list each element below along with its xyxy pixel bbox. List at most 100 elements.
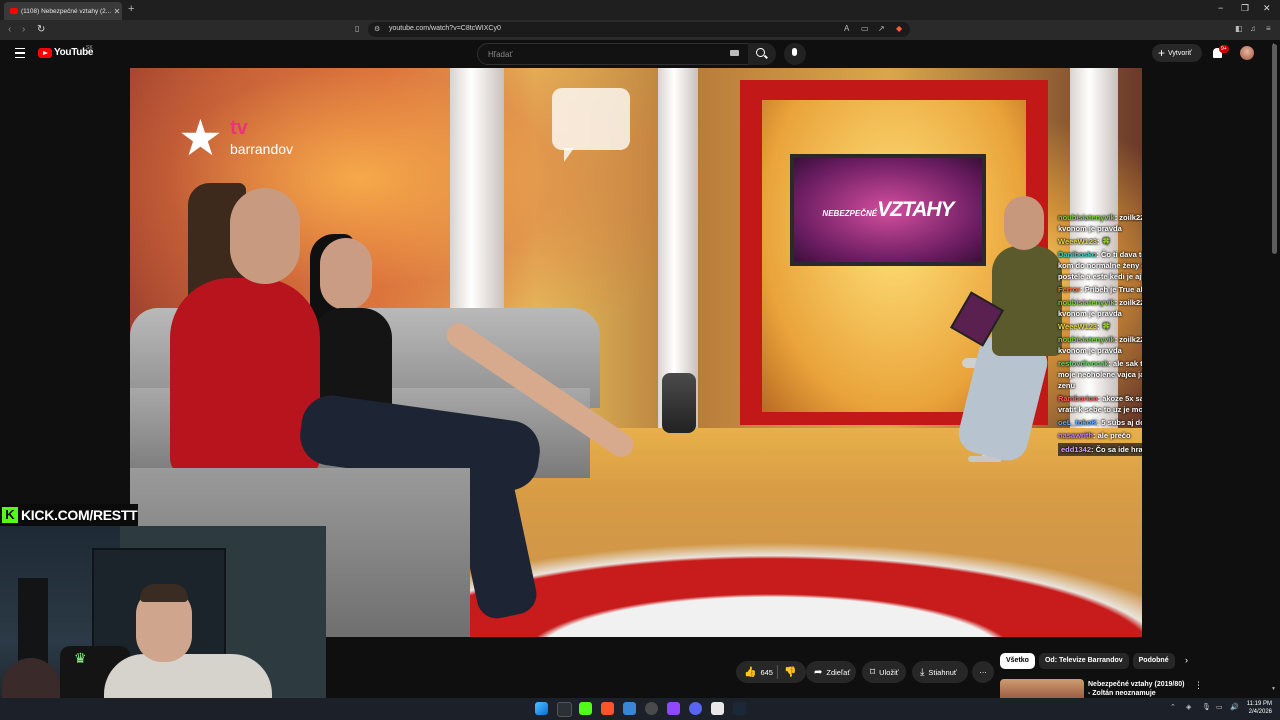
download-label: Stiahnuť	[928, 667, 957, 677]
tray-volume-icon[interactable]: 🔊	[1230, 703, 1239, 711]
chat-message: edd1342: Čo sa ide hrať @RESTT	[1058, 443, 1142, 456]
media-icon[interactable]: ♫	[1250, 24, 1256, 33]
chat-username: oeL_tokoK	[1058, 418, 1097, 427]
page-scrollbar[interactable]	[1272, 44, 1277, 254]
download-icon: ⤓	[920, 666, 925, 678]
chat-text: 🍀	[1101, 237, 1111, 246]
like-count[interactable]: 645	[760, 668, 773, 677]
chat-text: 🍀	[1101, 322, 1111, 331]
like-dislike-group: 👍 645 👎	[736, 661, 806, 683]
keyboard-icon[interactable]	[730, 50, 739, 56]
chevron-right-icon[interactable]: ›	[1185, 655, 1188, 665]
more-actions-button[interactable]: ⋯	[972, 661, 994, 683]
browser-tab-youtube[interactable]: (1108) Nebezpečné vztahy (2... ✕	[4, 2, 122, 20]
chat-text: Príbeh je True ale ľudi Fake	[1084, 285, 1142, 294]
kick-banner: K KICK.COM/RESTT	[0, 504, 138, 526]
create-button[interactable]: + Vytvoriť	[1152, 44, 1202, 62]
site-info-icon[interactable]: ⚙	[374, 25, 380, 33]
voice-search-button[interactable]	[784, 43, 806, 65]
chat-text: Čo sa ide hrať @RESTT	[1095, 445, 1142, 454]
share-label: Zdieľať	[826, 667, 851, 677]
maximize-window-button[interactable]: ❐	[1241, 3, 1249, 14]
notepad-icon[interactable]	[623, 702, 636, 715]
discord-icon[interactable]	[689, 702, 702, 715]
chat-username: Ferror	[1058, 285, 1081, 294]
chat-message: nasawrith: ale prečo	[1058, 431, 1131, 440]
notification-badge: 9+	[1219, 45, 1229, 53]
tray-network-icon[interactable]: ▭	[1216, 703, 1223, 711]
steam-icon[interactable]	[733, 702, 746, 715]
translate-icon[interactable]: A	[844, 24, 849, 33]
scroll-down-arrow-icon[interactable]: ▼	[1271, 686, 1276, 692]
guest-man-torso	[170, 278, 320, 478]
new-tab-button[interactable]: +	[128, 3, 134, 15]
save-button[interactable]: ⌑ Uložiť	[862, 661, 906, 683]
guest-woman-head	[320, 238, 372, 310]
chat-message: WeeeW123: 🍀	[1058, 322, 1111, 331]
kick-app-icon[interactable]	[579, 702, 592, 715]
youtube-header: YouTube SK + Vytvoriť 9+	[0, 40, 1280, 68]
show-title-small: NEBEZPEČNÉ	[822, 209, 878, 218]
twitch-icon[interactable]	[667, 702, 680, 715]
plus-icon: +	[1158, 46, 1166, 60]
obs-icon[interactable]	[645, 702, 658, 715]
windows-taskbar: ⌃ ◈ 🎙 ▭ 🔊 11:19 PM 2/4/2026	[0, 698, 1280, 720]
file-app-icon[interactable]	[711, 702, 724, 715]
start-icon[interactable]	[535, 702, 548, 715]
url-field[interactable]: ⚙ youtube.com/watch?v=C8tcWIXCy0	[368, 22, 910, 37]
neon-sign-icon: ♛	[74, 650, 87, 666]
chat-username: WeeeW123	[1058, 237, 1098, 246]
webcam-shelf	[18, 578, 48, 668]
chat-message: noubisiatenyvik: zoilk22: chalosi to s t…	[1058, 297, 1142, 319]
taskbar-clock[interactable]: 11:19 PM 2/4/2026	[1246, 700, 1272, 716]
chat-message: restovdivocak: ale sak typek vyzera jak …	[1058, 358, 1142, 391]
search-input[interactable]	[486, 49, 720, 60]
bookmark-icon[interactable]: ▯	[355, 24, 359, 33]
brave-browser-icon[interactable]	[601, 702, 614, 715]
task-view-icon[interactable]	[557, 702, 572, 717]
chat-username: Danibosko	[1058, 250, 1097, 259]
download-button[interactable]: ⤓ Stiahnuť	[912, 661, 968, 683]
recommendation-title[interactable]: Nebezpečné vztahy (2019/80) - Zoltán neo…	[1088, 680, 1188, 698]
clock-time: 11:19 PM	[1246, 701, 1272, 707]
reload-icon[interactable]: ↻	[37, 24, 45, 35]
search-button[interactable]	[748, 43, 776, 65]
user-avatar[interactable]	[1240, 46, 1254, 60]
chat-message: noubisiatenyvik: zoilk22: chalosi to s t…	[1058, 212, 1142, 234]
share-button[interactable]: ➦ Zdieľať	[806, 661, 856, 683]
logo-tv-text: tv	[230, 117, 248, 139]
url-text: youtube.com/watch?v=C8tcWIXCy0	[389, 25, 501, 32]
save-label: Uložiť	[879, 667, 899, 677]
back-arrow-icon[interactable]: ‹	[8, 24, 11, 35]
share-icon: ➦	[814, 666, 823, 678]
tray-mic-icon[interactable]: 🎙	[1202, 703, 1211, 711]
studio-tv-screen: NEBEZPEČNÉVZTAHY	[790, 154, 986, 266]
chat-message: Ramborion: akoze 5x sa rozist a 5x sa vr…	[1058, 393, 1142, 415]
close-tab-icon[interactable]: ✕	[112, 7, 122, 16]
minimize-window-button[interactable]: −	[1218, 3, 1223, 13]
recommendation-menu-icon[interactable]: ⋮	[1194, 680, 1203, 691]
chip-related[interactable]: Podobné	[1132, 653, 1175, 669]
screenshot-icon[interactable]: ▭	[861, 24, 869, 33]
youtube-logo-icon[interactable]	[38, 48, 52, 58]
brave-shield-icon[interactable]: ◆	[896, 24, 902, 33]
close-window-button[interactable]: ✕	[1263, 3, 1271, 14]
extensions-icon[interactable]: ◧	[1235, 24, 1243, 33]
save-icon: ⌑	[870, 666, 876, 678]
create-label: Vytvoriť	[1168, 49, 1192, 57]
tray-chevron-icon[interactable]: ⌃	[1170, 703, 1176, 711]
chip-all[interactable]: Všetko	[1000, 653, 1035, 669]
browser-tab-bar: (1108) Nebezpečné vztahy (2... ✕ + − ❐ ✕	[0, 0, 1280, 20]
chip-from-channel[interactable]: Od: Televize Barrandov	[1038, 653, 1129, 669]
chat-username: noubisiatenyvik	[1058, 298, 1115, 307]
host-body	[992, 246, 1062, 356]
tray-app-icon[interactable]: ◈	[1186, 703, 1191, 711]
share-page-icon[interactable]: ↗	[878, 24, 885, 33]
like-icon[interactable]: 👍	[744, 667, 756, 678]
browser-menu-icon[interactable]: ≡	[1266, 24, 1271, 33]
chat-username: restovdivocak	[1058, 359, 1109, 368]
dislike-icon[interactable]: 👎	[784, 667, 796, 678]
forward-arrow-icon[interactable]: ›	[22, 24, 25, 35]
menu-icon[interactable]	[15, 48, 25, 58]
chat-username: nasawrith	[1058, 431, 1094, 440]
